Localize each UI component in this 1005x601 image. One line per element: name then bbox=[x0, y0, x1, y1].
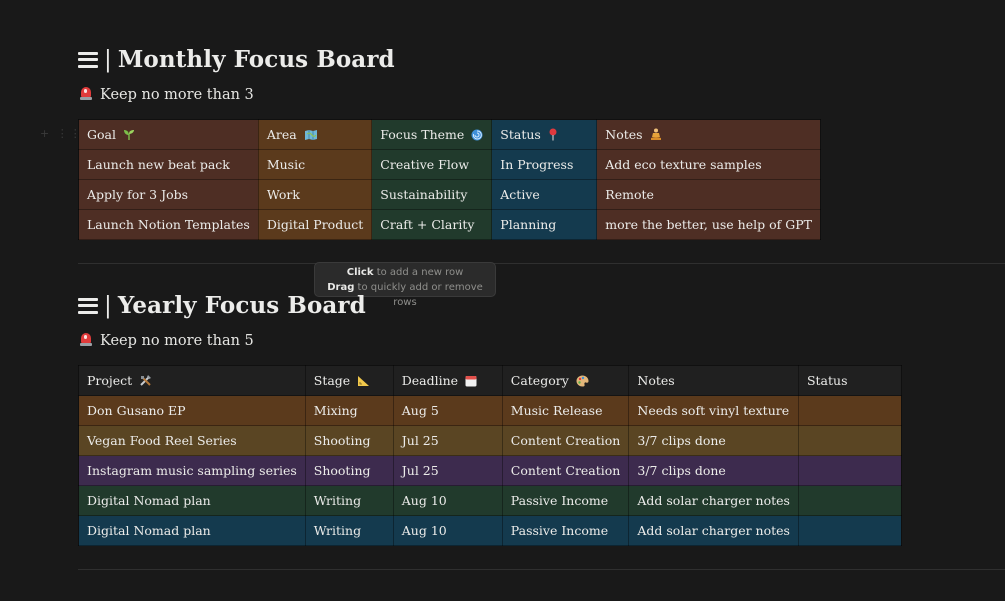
cell-focus-theme[interactable]: Creative Flow bbox=[371, 149, 493, 180]
meditation-icon bbox=[650, 128, 661, 140]
tooltip-line-click: Click to add a new row bbox=[346, 267, 464, 278]
ruler-icon bbox=[358, 375, 370, 386]
cell-notes[interactable]: Add solar charger notes bbox=[628, 515, 799, 546]
yearly-board-table: Project Stage Deadline Category Notes St… bbox=[78, 365, 902, 546]
column-header-stage[interactable]: Stage bbox=[304, 365, 394, 396]
monthly-note-text: Keep no more than 3 bbox=[100, 87, 254, 103]
cell-stage[interactable]: Mixing bbox=[304, 395, 394, 426]
cell-notes[interactable]: 3/7 clips done bbox=[628, 425, 799, 456]
cell-status[interactable] bbox=[797, 515, 902, 546]
cell-stage[interactable]: Shooting bbox=[304, 425, 394, 456]
cell-stage[interactable]: Writing bbox=[304, 485, 394, 516]
yearly-board-heading: | Yearly Focus Board bbox=[78, 292, 366, 319]
cell-project[interactable]: Digital Nomad plan bbox=[78, 485, 306, 516]
cell-status[interactable]: Planning bbox=[491, 209, 598, 240]
column-header-category[interactable]: Category bbox=[501, 365, 630, 396]
monthly-board-note: Keep no more than 3 bbox=[80, 86, 254, 103]
table-row[interactable]: Apply for 3 Jobs Work Sustainability Act… bbox=[78, 179, 821, 210]
cell-category[interactable]: Passive Income bbox=[501, 485, 630, 516]
cell-category[interactable]: Content Creation bbox=[501, 455, 630, 486]
table-header-row: Goal Area Focus Theme Status Notes bbox=[78, 119, 821, 150]
table-header-row: Project Stage Deadline Category Notes St… bbox=[78, 365, 902, 396]
yearly-board-note: Keep no more than 5 bbox=[80, 332, 254, 349]
table-row[interactable]: Don Gusano EP Mixing Aug 5 Music Release… bbox=[78, 395, 902, 426]
cell-project[interactable]: Vegan Food Reel Series bbox=[78, 425, 306, 456]
cell-area[interactable]: Digital Product bbox=[257, 209, 373, 240]
yearly-board-title: Yearly Focus Board bbox=[117, 292, 366, 319]
table-row[interactable]: Vegan Food Reel Series Shooting Jul 25 C… bbox=[78, 425, 902, 456]
cell-project[interactable]: Don Gusano EP bbox=[78, 395, 306, 426]
cell-area[interactable]: Music bbox=[257, 149, 373, 180]
cell-status[interactable] bbox=[797, 485, 902, 516]
column-header-notes[interactable]: Notes bbox=[628, 365, 799, 396]
cell-notes[interactable]: more the better, use help of GPT bbox=[596, 209, 821, 240]
column-header-project[interactable]: Project bbox=[78, 365, 306, 396]
drag-handle-icon[interactable]: + ⋮⋮ bbox=[40, 127, 83, 140]
column-header-area[interactable]: Area bbox=[257, 119, 373, 150]
cell-notes[interactable]: Add solar charger notes bbox=[628, 485, 799, 516]
section-divider bbox=[78, 263, 1005, 264]
palette-icon bbox=[576, 375, 589, 386]
cell-notes[interactable]: 3/7 clips done bbox=[628, 455, 799, 486]
cell-category[interactable]: Content Creation bbox=[501, 425, 630, 456]
column-header-goal[interactable]: Goal bbox=[78, 119, 259, 150]
pin-icon bbox=[549, 128, 557, 141]
yearly-note-text: Keep no more than 5 bbox=[100, 333, 254, 349]
cell-area[interactable]: Work bbox=[257, 179, 373, 210]
calendar-icon bbox=[465, 375, 477, 386]
cell-status[interactable] bbox=[797, 455, 902, 486]
table-row[interactable]: Instagram music sampling series Shooting… bbox=[78, 455, 902, 486]
cell-notes[interactable]: Add eco texture samples bbox=[596, 149, 821, 180]
cell-goal[interactable]: Launch Notion Templates bbox=[78, 209, 259, 240]
column-header-focus-theme[interactable]: Focus Theme bbox=[371, 119, 493, 150]
table-row[interactable]: Launch new beat pack Music Creative Flow… bbox=[78, 149, 821, 180]
cell-category[interactable]: Music Release bbox=[501, 395, 630, 426]
cell-status[interactable] bbox=[797, 395, 902, 426]
map-icon bbox=[304, 129, 317, 140]
column-header-deadline[interactable]: Deadline bbox=[392, 365, 503, 396]
cell-status[interactable]: In Progress bbox=[491, 149, 598, 180]
seedling-icon bbox=[123, 129, 134, 140]
table-row[interactable]: Digital Nomad plan Writing Aug 10 Passiv… bbox=[78, 515, 902, 546]
cell-goal[interactable]: Launch new beat pack bbox=[78, 149, 259, 180]
cell-goal[interactable]: Apply for 3 Jobs bbox=[78, 179, 259, 210]
column-header-status[interactable]: Status bbox=[491, 119, 598, 150]
cell-deadline[interactable]: Aug 10 bbox=[392, 515, 503, 546]
cell-category[interactable]: Passive Income bbox=[501, 515, 630, 546]
cyclone-icon bbox=[471, 129, 483, 140]
cell-stage[interactable]: Writing bbox=[304, 515, 394, 546]
list-icon bbox=[78, 51, 98, 68]
cell-status[interactable] bbox=[797, 425, 902, 456]
page: | Monthly Focus Board Keep no more than … bbox=[0, 0, 1005, 601]
monthly-board-heading: | Monthly Focus Board bbox=[78, 46, 395, 73]
cell-notes[interactable]: Remote bbox=[596, 179, 821, 210]
cell-deadline[interactable]: Jul 25 bbox=[392, 425, 503, 456]
cell-project[interactable]: Instagram music sampling series bbox=[78, 455, 306, 486]
cell-deadline[interactable]: Aug 5 bbox=[392, 395, 503, 426]
table-row[interactable]: Digital Nomad plan Writing Aug 10 Passiv… bbox=[78, 485, 902, 516]
column-header-status[interactable]: Status bbox=[797, 365, 902, 396]
heading-separator: | bbox=[104, 292, 112, 319]
cell-deadline[interactable]: Aug 10 bbox=[392, 485, 503, 516]
cell-deadline[interactable]: Jul 25 bbox=[392, 455, 503, 486]
siren-icon bbox=[80, 86, 92, 100]
table-row[interactable]: Launch Notion Templates Digital Product … bbox=[78, 209, 821, 240]
section-divider bbox=[78, 569, 1005, 570]
siren-icon bbox=[80, 332, 92, 346]
list-icon bbox=[78, 297, 98, 314]
cell-stage[interactable]: Shooting bbox=[304, 455, 394, 486]
column-header-notes[interactable]: Notes bbox=[596, 119, 821, 150]
cell-project[interactable]: Digital Nomad plan bbox=[78, 515, 306, 546]
cell-focus-theme[interactable]: Sustainability bbox=[371, 179, 493, 210]
tools-icon bbox=[140, 375, 152, 386]
cell-notes[interactable]: Needs soft vinyl texture bbox=[628, 395, 799, 426]
heading-separator: | bbox=[104, 46, 112, 73]
monthly-board-table: Goal Area Focus Theme Status Notes Launc… bbox=[78, 119, 821, 240]
cell-status[interactable]: Active bbox=[491, 179, 598, 210]
monthly-board-title: Monthly Focus Board bbox=[117, 46, 395, 73]
cell-focus-theme[interactable]: Craft + Clarity bbox=[371, 209, 493, 240]
